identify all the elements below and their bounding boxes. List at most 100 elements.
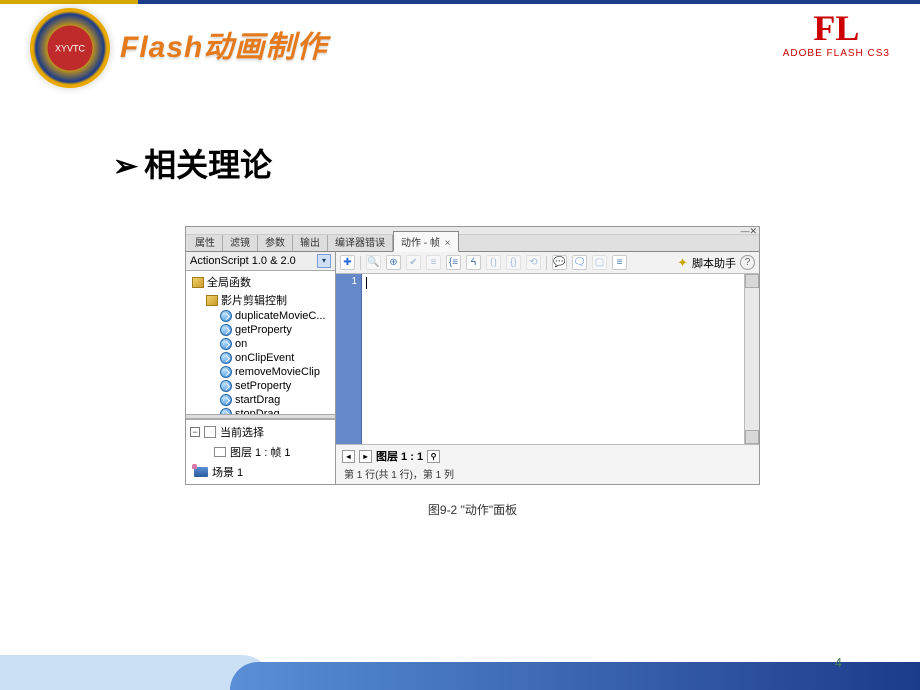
section-heading: ➢相关理论 (113, 140, 920, 186)
tree-fn[interactable]: getProperty (186, 323, 335, 337)
text-cursor (366, 277, 367, 289)
editor-status: ◂ ▸ 图层 1 : 1 ⚲ 第 1 行(共 1 行)，第 1 列 (336, 444, 759, 484)
line-gutter: 1 (336, 274, 362, 444)
pin-script-button[interactable]: ⚲ (427, 450, 440, 463)
panel-grip[interactable]: ―✕ (186, 227, 759, 235)
line-number: 1 (351, 276, 357, 287)
wave-dark (230, 662, 920, 690)
tab-close-icon[interactable]: × (445, 238, 451, 249)
collapse-icon[interactable]: − (190, 427, 200, 437)
slide-content: ➢相关理论 ―✕ 属性 滤镜 参数 输出 编译器错误 动作 - 帧 × (0, 100, 920, 518)
panel-body: ActionScript 1.0 & 2.0 ▾ 全局函数 影片剪辑控制 dup… (186, 252, 759, 484)
tree-fn[interactable]: onClipEvent (186, 351, 335, 365)
book-icon (192, 277, 204, 288)
script-editor: ✚ 🔍 ⊕ ✔ ≡ {≡ ᔦ ⟮⟯ {} ⟲ 💬 🗨 (336, 252, 759, 484)
fl-brand-text: ADOBE FLASH CS3 (783, 48, 890, 59)
scene-icon (194, 467, 208, 477)
actions-panel-screenshot: ―✕ 属性 滤镜 参数 输出 编译器错误 动作 - 帧 × ActionScri… (185, 226, 920, 518)
slide-title: Flash动画制作 (120, 22, 327, 66)
help-button[interactable]: ? (740, 255, 755, 270)
function-icon (220, 380, 232, 392)
code-input[interactable] (362, 274, 744, 444)
tree-fn-label: getProperty (235, 324, 292, 336)
pin-icon (204, 426, 216, 438)
status-nav: ◂ ▸ 图层 1 : 1 ⚲ (342, 448, 753, 464)
toolbar-separator (360, 256, 361, 270)
collapse-selection-button[interactable]: {} (506, 255, 521, 270)
script-assist-button[interactable]: 脚本助手 (692, 255, 736, 271)
tree-fn[interactable]: setProperty (186, 379, 335, 393)
book-icon (206, 295, 218, 306)
nav-back-button[interactable]: ◂ (342, 450, 355, 463)
panel-tabs: 属性 滤镜 参数 输出 编译器错误 动作 - 帧 × (186, 235, 759, 252)
bullet-icon: ➢ (113, 150, 138, 183)
options-button[interactable]: ≡ (612, 255, 627, 270)
function-icon (220, 324, 232, 336)
nav-layer-frame[interactable]: 图层 1 : 帧 1 (186, 442, 335, 462)
tree-root-label: 全局函数 (207, 274, 251, 290)
collapse-paren-button[interactable]: ⟮⟯ (486, 255, 501, 270)
uncomment-button[interactable]: 🗨 (572, 255, 587, 270)
script-navigator: − 当前选择 图层 1 : 帧 1 场景 1 (186, 419, 335, 484)
autoformat-button[interactable]: ≡ (426, 255, 441, 270)
debug-button[interactable]: ᔦ (466, 255, 481, 270)
codehint-button[interactable]: {≡ (446, 255, 461, 270)
layer-icon (214, 447, 226, 457)
tree-fn-label: onClipEvent (235, 352, 294, 364)
code-area: 1 (336, 274, 759, 444)
page-number: 4 (835, 655, 842, 670)
slide-header: XYVTC Flash动画制作 FL ADOBE FLASH CS3 (0, 0, 920, 100)
tree-fn[interactable]: startDrag (186, 393, 335, 407)
toolbar-right: ✦ 脚本助手 ? (677, 255, 755, 271)
nav-current-selection[interactable]: − 当前选择 (186, 422, 335, 442)
tree-fn[interactable]: duplicateMovieC... (186, 309, 335, 323)
tree-fn-label: removeMovieClip (235, 366, 320, 378)
function-icon (220, 338, 232, 350)
tree-root[interactable]: 全局函数 (186, 273, 335, 291)
status-layer-info: 图层 1 : 1 (376, 448, 423, 464)
wand-icon: ✦ (677, 255, 688, 271)
fl-icon: FL (783, 10, 890, 46)
logo-center-text: XYVTC (48, 26, 93, 71)
tree-fn[interactable]: removeMovieClip (186, 365, 335, 379)
comment-button[interactable]: 💬 (552, 255, 567, 270)
tree-fn[interactable]: stopDrag (186, 407, 335, 414)
tree-fn-label: startDrag (235, 394, 280, 406)
function-tree: 全局函数 影片剪辑控制 duplicateMovieC... getProper… (186, 271, 335, 414)
tree-fn-label: duplicateMovieC... (235, 310, 326, 322)
actions-sidebar: ActionScript 1.0 & 2.0 ▾ 全局函数 影片剪辑控制 dup… (186, 252, 336, 484)
target-button[interactable]: ⊕ (386, 255, 401, 270)
function-icon (220, 394, 232, 406)
window-controls[interactable]: ―✕ (740, 226, 757, 237)
tree-fn-label: on (235, 338, 247, 350)
nav-fwd-button[interactable]: ▸ (359, 450, 372, 463)
header-accent-bar (0, 0, 920, 4)
tree-group[interactable]: 影片剪辑控制 (186, 291, 335, 309)
showhint-button[interactable]: ▢ (592, 255, 607, 270)
dropdown-icon[interactable]: ▾ (317, 254, 331, 268)
section-title-text: 相关理论 (144, 147, 272, 183)
nav-scene[interactable]: 场景 1 (186, 462, 335, 482)
add-script-button[interactable]: ✚ (340, 255, 355, 270)
check-syntax-button[interactable]: ✔ (406, 255, 421, 270)
function-icon (220, 408, 232, 414)
actions-panel: ―✕ 属性 滤镜 参数 输出 编译器错误 动作 - 帧 × ActionScri… (185, 226, 760, 485)
expand-button[interactable]: ⟲ (526, 255, 541, 270)
tab-actions-label: 动作 - 帧 (401, 238, 440, 249)
tree-group-label: 影片剪辑控制 (221, 292, 287, 308)
nav-current-label: 当前选择 (220, 424, 264, 440)
college-logo: XYVTC (30, 8, 110, 88)
as-version-label: ActionScript 1.0 & 2.0 (190, 255, 296, 267)
figure-caption: 图9-2 "动作"面板 (185, 501, 760, 518)
flash-brand-logo: FL ADOBE FLASH CS3 (783, 10, 890, 59)
find-button[interactable]: 🔍 (366, 255, 381, 270)
function-icon (220, 310, 232, 322)
tree-fn-label: setProperty (235, 380, 291, 392)
nav-scene-label: 场景 1 (212, 464, 243, 480)
vertical-scrollbar[interactable] (744, 274, 759, 444)
footer-decoration (0, 640, 920, 690)
tree-fn[interactable]: on (186, 337, 335, 351)
tab-actions[interactable]: 动作 - 帧 × (393, 231, 459, 252)
as-version-select[interactable]: ActionScript 1.0 & 2.0 ▾ (186, 252, 335, 271)
nav-layer-label: 图层 1 : 帧 1 (230, 444, 291, 460)
